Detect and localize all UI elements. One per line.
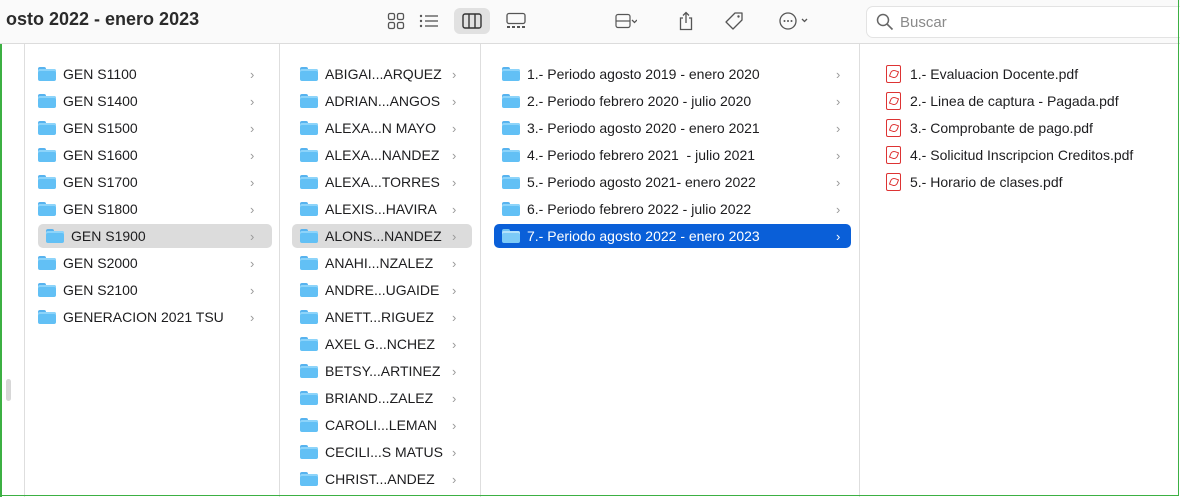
window-border (0, 0, 1179, 496)
